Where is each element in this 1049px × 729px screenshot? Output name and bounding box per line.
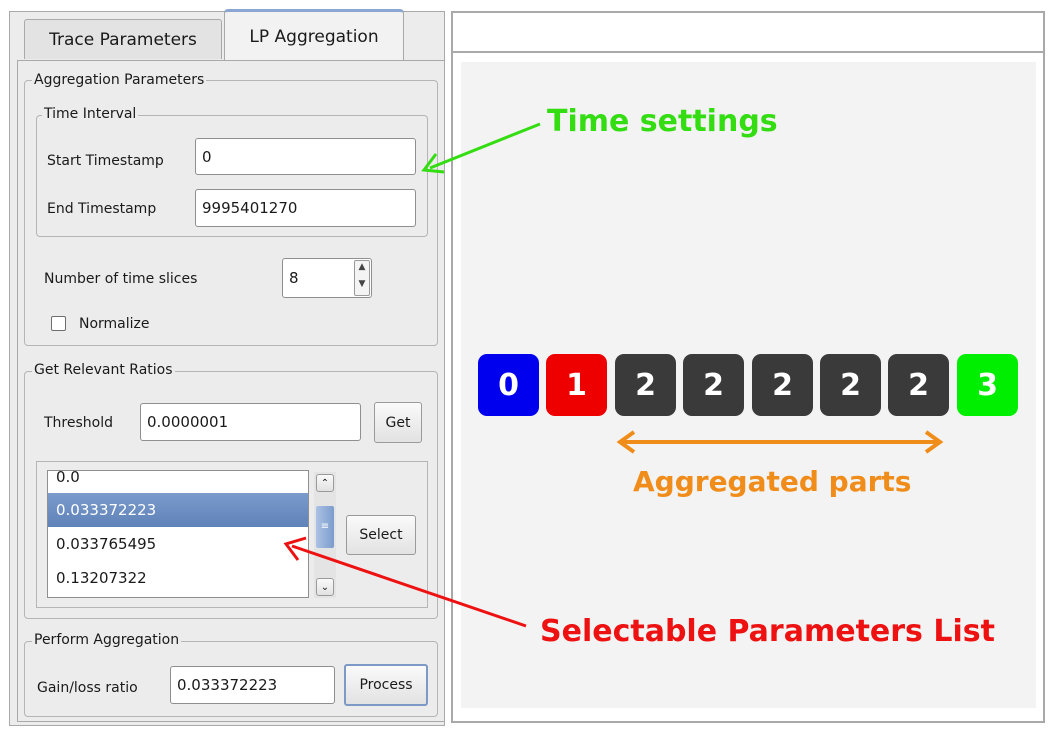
get-button[interactable]: Get xyxy=(374,402,422,443)
chevron-up-icon[interactable]: ⌃ xyxy=(316,474,334,492)
tab-lp-aggregation[interactable]: LP Aggregation xyxy=(224,9,404,61)
time-slice-box: 2 xyxy=(888,354,949,416)
normalize-label: Normalize xyxy=(79,316,150,332)
aggregation-parameters-legend: Aggregation Parameters xyxy=(32,72,207,88)
time-slice-box: 2 xyxy=(615,354,676,416)
start-timestamp-input[interactable]: 0 xyxy=(195,138,416,175)
gain-loss-label: Gain/loss ratio xyxy=(37,680,138,696)
chevron-up-icon[interactable]: ▲ xyxy=(355,261,369,278)
threshold-label: Threshold xyxy=(44,415,113,431)
gain-loss-input[interactable]: 0.033372223 xyxy=(170,666,335,704)
time-slices-label: Number of time slices xyxy=(44,271,198,287)
time-settings-arrow xyxy=(421,122,541,174)
selectable-list-arrow xyxy=(283,536,527,628)
aggregated-parts-arrow xyxy=(616,430,944,454)
list-item[interactable]: 0.0 xyxy=(48,471,308,493)
time-slice-box: 3 xyxy=(957,354,1018,416)
time-slice-box: 0 xyxy=(478,354,539,416)
chevron-down-icon[interactable]: ▼ xyxy=(355,278,369,295)
end-timestamp-label: End Timestamp xyxy=(47,201,157,217)
tab-trace-parameters[interactable]: Trace Parameters xyxy=(24,19,222,59)
ratios-list[interactable]: 0.0 0.033372223 0.033765495 0.13207322 xyxy=(47,470,309,598)
normalize-checkbox[interactable] xyxy=(51,316,66,331)
perform-aggregation-legend: Perform Aggregation xyxy=(32,632,182,648)
end-timestamp-input[interactable]: 9995401270 xyxy=(195,189,416,227)
right-toolbar xyxy=(453,13,1043,53)
process-button[interactable]: Process xyxy=(344,664,428,706)
list-item-selected[interactable]: 0.033372223 xyxy=(48,493,308,527)
time-slice-box: 2 xyxy=(752,354,813,416)
time-interval-legend: Time Interval xyxy=(42,106,139,122)
aggregated-parts-label: Aggregated parts xyxy=(633,465,912,498)
start-timestamp-label: Start Timestamp xyxy=(47,153,164,169)
time-slice-box: 2 xyxy=(683,354,744,416)
selectable-list-label: Selectable Parameters List xyxy=(540,614,995,649)
time-slice-box: 2 xyxy=(820,354,881,416)
time-slices-stepper[interactable]: ▲ ▼ xyxy=(354,260,370,296)
time-settings-label: Time settings xyxy=(547,104,778,139)
list-item[interactable]: 0.033765495 xyxy=(48,527,308,561)
threshold-input[interactable]: 0.0000001 xyxy=(140,403,361,441)
relevant-ratios-legend: Get Relevant Ratios xyxy=(32,362,175,378)
list-item[interactable]: 0.13207322 xyxy=(48,561,308,595)
time-slice-box: 1 xyxy=(546,354,607,416)
